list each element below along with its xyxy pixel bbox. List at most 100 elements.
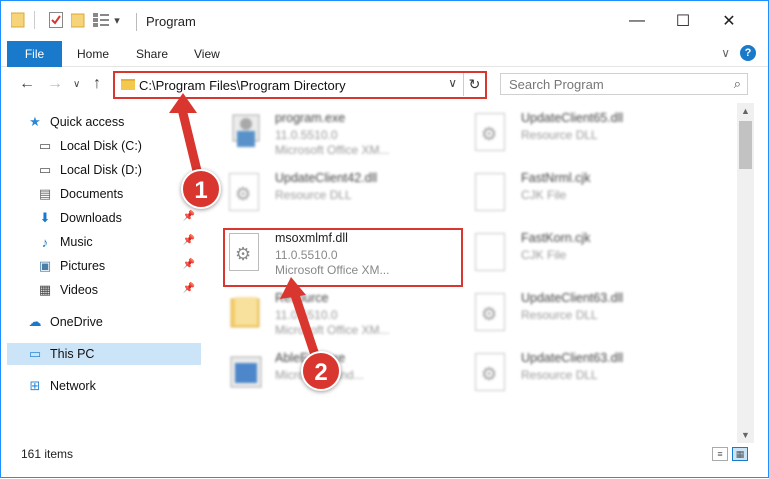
file-description: Microsoft Office XM... <box>275 143 390 157</box>
scroll-thumb[interactable] <box>739 121 752 169</box>
sidebar-item-quick-access[interactable]: ★ Quick access <box>27 111 227 133</box>
file-item[interactable]: program.exe 11.0.5510.0 Microsoft Office… <box>219 107 459 165</box>
highlight-box <box>223 228 463 287</box>
music-icon: ♪ <box>41 234 49 250</box>
sidebar-item-label: OneDrive <box>50 315 103 329</box>
folder-icon <box>121 79 135 90</box>
minimize-button[interactable]: — <box>614 1 660 41</box>
sidebar-item-downloads[interactable]: ⬇ Downloads 📌 <box>37 207 201 229</box>
folder-icon[interactable] <box>11 11 25 29</box>
dll-icon: ⚙ <box>229 173 263 213</box>
file-type: CJK File <box>521 188 567 202</box>
pin-icon[interactable]: 📌 <box>183 259 195 270</box>
scroll-down-icon[interactable]: ▼ <box>737 427 754 443</box>
file-version: 11.0.5510.0 <box>275 308 338 322</box>
customize-qa-icon[interactable] <box>92 11 110 29</box>
address-path[interactable]: C:\Program Files\Program Directory <box>139 78 346 93</box>
tab-home[interactable]: Home <box>77 41 109 67</box>
recent-locations-icon[interactable]: ∨ <box>73 79 80 90</box>
download-icon: ⬇ <box>39 210 51 225</box>
file-name: UpdateClient65.dll <box>521 111 624 125</box>
file-item[interactable]: ⚙ UpdateClient63.dll Resource DLL <box>465 347 705 405</box>
title-bar: ▾ Program — ☐ ✕ <box>1 1 768 41</box>
file-name: program.exe <box>275 111 346 125</box>
step-badge-1: 1 <box>181 169 221 209</box>
status-bar: 161 items ≡ ▦ <box>1 443 768 465</box>
vertical-scrollbar[interactable]: ▲ ▼ <box>737 103 754 443</box>
maximize-button[interactable]: ☐ <box>660 1 706 41</box>
pin-icon[interactable]: 📌 <box>183 235 195 246</box>
sidebar-item-videos[interactable]: ▦ Videos 📌 <box>37 279 201 301</box>
sidebar-item-this-pc[interactable]: ▭ This PC <box>7 343 201 365</box>
scroll-up-icon[interactable]: ▲ <box>737 103 754 119</box>
address-bar[interactable]: C:\Program Files\Program Directory ∨ ↻ <box>113 71 487 99</box>
sidebar-item-documents[interactable]: ▤ Documents <box>37 183 201 205</box>
refresh-icon[interactable]: ↻ <box>463 73 485 96</box>
tab-view[interactable]: View <box>194 41 220 67</box>
star-icon: ★ <box>29 114 41 129</box>
sidebar-item-label: Videos <box>60 283 98 297</box>
file-name: UpdateClient63.dll <box>521 291 624 305</box>
search-input[interactable]: Search Program ⌕ <box>500 73 748 95</box>
exe-icon <box>229 353 263 393</box>
file-item[interactable]: FastNrml.cjk CJK File <box>465 167 705 225</box>
details-view-icon[interactable]: ≡ <box>712 447 728 461</box>
window-title: Program <box>146 14 196 29</box>
file-type: Resource DLL <box>275 188 352 202</box>
sidebar-item-network[interactable]: ⊞ Network <box>27 375 201 397</box>
sidebar-item-local-disk-d[interactable]: ▭ Local Disk (D:) <box>37 159 201 181</box>
help-icon[interactable]: ? <box>740 45 756 61</box>
sidebar-item-music[interactable]: ♪ Music 📌 <box>37 231 201 253</box>
file-name: UpdateClient63.dll <box>521 351 624 365</box>
sidebar-item-local-disk-c[interactable]: ▭ Local Disk (C:) <box>37 135 201 157</box>
monitor-icon: ▭ <box>28 346 42 361</box>
pictures-icon: ▣ <box>38 258 52 273</box>
file-item[interactable]: ⚙ UpdateClient42.dll Resource DLL <box>219 167 459 225</box>
ribbon-tabs: File Home Share View ∨ ? <box>1 41 768 67</box>
sidebar-item-pictures[interactable]: ▣ Pictures 📌 <box>37 255 201 277</box>
video-icon: ▦ <box>38 282 52 297</box>
file-name: FastNrml.cjk <box>521 171 591 185</box>
address-dropdown-icon[interactable]: ∨ <box>448 76 457 90</box>
tab-file[interactable]: File <box>7 41 62 67</box>
expand-ribbon-icon[interactable]: ∨ <box>721 46 730 60</box>
file-item[interactable]: ⚙ UpdateClient63.dll Resource DLL <box>465 287 705 345</box>
sidebar-item-label: Quick access <box>50 115 125 129</box>
new-folder-icon[interactable] <box>70 11 86 29</box>
up-arrow-icon[interactable]: ↑ <box>93 75 101 93</box>
back-arrow-icon[interactable]: ← <box>19 75 35 93</box>
tiles-view-icon[interactable]: ▦ <box>732 447 748 461</box>
navigation-row: ← → ∨ ↑ C:\Program Files\Program Directo… <box>1 67 768 103</box>
cjk-file-icon <box>475 173 509 213</box>
search-icon[interactable]: ⌕ <box>734 76 741 92</box>
forward-arrow-icon[interactable]: → <box>47 75 63 93</box>
navigation-pane: ★ Quick access ▭ Local Disk (C:) ▭ Local… <box>1 103 206 443</box>
sidebar-item-label: Music <box>60 235 93 249</box>
exe-icon <box>229 113 263 153</box>
cjk-file-icon <box>475 233 509 273</box>
file-item[interactable]: ⚙ UpdateClient65.dll Resource DLL <box>465 107 705 165</box>
sidebar-item-label: Network <box>50 379 96 393</box>
dll-icon: ⚙ <box>475 113 509 153</box>
pin-icon[interactable]: 📌 <box>183 283 195 294</box>
documents-icon: ▤ <box>38 186 52 201</box>
drive-icon: ▭ <box>38 138 52 153</box>
sidebar-item-label: Pictures <box>60 259 106 273</box>
cloud-icon: ☁ <box>28 314 42 329</box>
sidebar-item-label: Documents <box>60 187 124 201</box>
network-icon: ⊞ <box>29 378 41 393</box>
ribbon-controls: ∨ ? <box>721 45 756 61</box>
file-type: Resource DLL <box>521 128 598 142</box>
file-item[interactable]: Resource 11.0.5510.0 Microsoft Office XM… <box>219 287 459 345</box>
tab-share[interactable]: Share <box>136 41 168 67</box>
sidebar-item-onedrive[interactable]: ☁ OneDrive <box>27 311 201 333</box>
item-count: 161 items <box>21 447 74 461</box>
qa-dropdown-icon[interactable]: ▾ <box>112 11 122 29</box>
search-placeholder: Search Program <box>509 77 604 92</box>
sidebar-item-label: This PC <box>50 347 95 361</box>
file-item[interactable]: FastKorn.cjk CJK File <box>465 227 705 285</box>
close-button[interactable]: ✕ <box>706 1 752 41</box>
properties-icon[interactable] <box>48 11 64 29</box>
pin-icon[interactable]: 📌 <box>183 211 195 222</box>
sidebar-item-label: Local Disk (D:) <box>60 163 142 177</box>
